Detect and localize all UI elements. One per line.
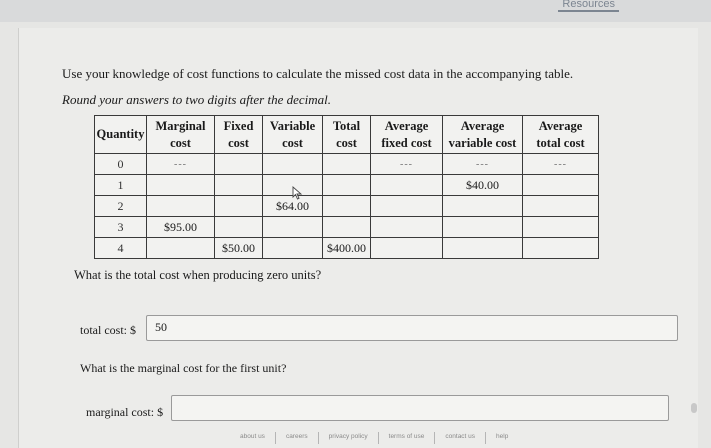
quantity-cell: 3 (94, 216, 147, 238)
table-cell (522, 195, 599, 217)
header-average-fixed-cost: Average fixed cost (370, 115, 443, 154)
table-row: 3 $95.00 (94, 216, 599, 238)
table-cell: $400.00 (322, 237, 371, 259)
table-cell (214, 174, 263, 196)
table-cell (262, 216, 323, 238)
table-cell (262, 237, 323, 259)
rounding-note: Round your answers to two digits after t… (62, 92, 332, 107)
table-cell (262, 153, 323, 175)
quantity-cell: 0 (94, 153, 147, 175)
header-average-total-cost: Average total cost (522, 115, 599, 154)
footer-link-help[interactable]: help (486, 432, 518, 444)
scrollbar[interactable] (691, 403, 697, 413)
resources-link[interactable]: Resources (558, 0, 619, 12)
table-cell (214, 216, 263, 238)
header-marginal-cost: Marginal cost (146, 115, 215, 154)
table-cell: $40.00 (442, 174, 523, 196)
quantity-cell: 2 (94, 195, 147, 217)
marginal-cost-label: marginal cost: $ (86, 405, 164, 419)
table-cell (322, 174, 371, 196)
table-cell (442, 195, 523, 217)
question-total-cost: What is the total cost when producing ze… (74, 268, 322, 282)
footer-link-careers[interactable]: careers (276, 432, 319, 444)
table-header-row: Quantity Marginal cost Fixed cost Variable… (94, 115, 599, 154)
table-cell (370, 195, 443, 217)
question-marginal-cost: What is the marginal cost for the first … (80, 361, 287, 375)
table-cell (146, 237, 215, 259)
top-bar: Resources (0, 0, 711, 22)
footer-link-about-us[interactable]: about us (230, 432, 276, 444)
header-quantity: Quantity (94, 115, 147, 154)
table-row: 2 $64.00 (94, 195, 599, 217)
table-cell: --- (370, 153, 443, 175)
table-cell (442, 237, 523, 259)
table-cell (442, 216, 523, 238)
table-row: 4 $50.00 $400.00 (94, 237, 599, 259)
table-cell: $95.00 (146, 216, 215, 238)
footer-link-contact-us[interactable]: contact us (435, 432, 487, 444)
table-cell (370, 174, 443, 196)
total-cost-input[interactable]: 50 (146, 315, 678, 341)
table-cell (522, 216, 599, 238)
header-variable-cost: Variable cost (262, 115, 323, 154)
footer-link-terms-of-use[interactable]: terms of use (379, 432, 436, 444)
quantity-cell: 1 (94, 174, 147, 196)
footer-link-privacy-policy[interactable]: privacy policy (319, 432, 379, 444)
table-cell: --- (442, 153, 523, 175)
table-cell (214, 195, 263, 217)
table-cell (214, 153, 263, 175)
table-cell: --- (146, 153, 215, 175)
footer-links: about us careers privacy policy terms of… (230, 432, 518, 444)
table-cell (522, 237, 599, 259)
table-cell (322, 195, 371, 217)
table-cell (146, 195, 215, 217)
table-cell (522, 174, 599, 196)
quantity-cell: 4 (94, 237, 147, 259)
table-row: 0 --- --- --- --- (94, 153, 599, 175)
table-cell (146, 174, 215, 196)
table-cell: --- (522, 153, 599, 175)
instructions-text: Use your knowledge of cost functions to … (62, 66, 574, 81)
table-cell (322, 153, 371, 175)
cost-table: Quantity Marginal cost Fixed cost Variable… (94, 115, 599, 259)
marginal-cost-input[interactable] (171, 395, 669, 421)
table-cell (322, 216, 371, 238)
table-cell: $50.00 (214, 237, 263, 259)
table-cell (370, 237, 443, 259)
header-average-variable-cost: Average variable cost (442, 115, 523, 154)
total-cost-label: total cost: $ (80, 323, 136, 337)
header-total-cost: Total cost (322, 115, 371, 154)
header-fixed-cost: Fixed cost (214, 115, 263, 154)
mouse-pointer-icon (292, 186, 303, 200)
table-cell (370, 216, 443, 238)
table-row: 1 $40.00 (94, 174, 599, 196)
